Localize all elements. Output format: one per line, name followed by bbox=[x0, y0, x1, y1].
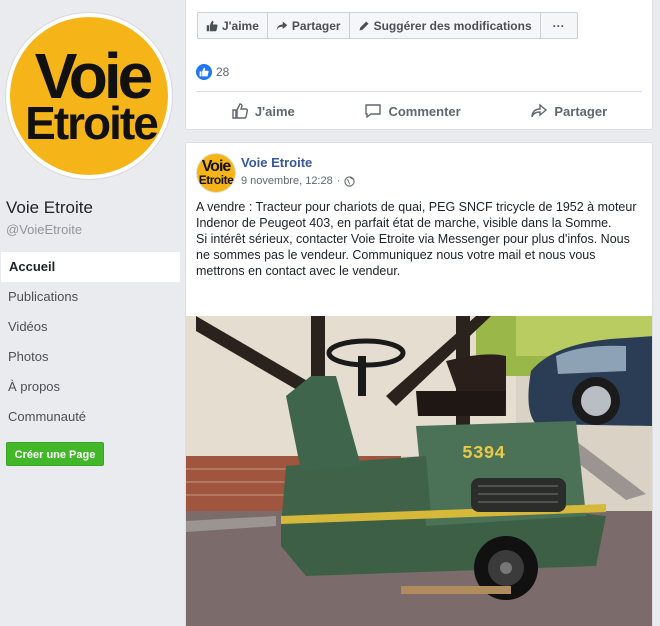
thumbs-up-icon bbox=[206, 20, 218, 31]
tractor-photo[interactable]: 5394 bbox=[186, 316, 653, 626]
page-action-bar: J'aime Partager Suggérer des modificatio… bbox=[197, 12, 578, 39]
more-options-button[interactable]: ··· bbox=[541, 13, 577, 38]
page-like-button[interactable]: J'aime bbox=[198, 13, 268, 38]
like-reaction-icon bbox=[196, 64, 212, 80]
post-timestamp[interactable]: 9 novembre, 12:28 bbox=[241, 175, 333, 187]
previous-post-card: J'aime Partager Suggérer des modificatio… bbox=[185, 0, 653, 130]
page-handle[interactable]: @VoieEtroite bbox=[6, 222, 82, 237]
comment-label: Commenter bbox=[388, 103, 461, 119]
post-paragraph-1: A vendre : Tracteur pour chariots de qua… bbox=[196, 200, 637, 230]
divider bbox=[196, 91, 642, 92]
post-actions-row: J'aime Commenter Partager bbox=[196, 96, 642, 126]
nav-item-photos[interactable]: Photos bbox=[0, 342, 180, 372]
pencil-icon bbox=[359, 21, 369, 30]
suggest-edits-label: Suggérer des modifications bbox=[373, 18, 532, 33]
post-author-name[interactable]: Voie Etroite bbox=[241, 155, 312, 170]
logo-line-2: Etroite bbox=[25, 96, 159, 149]
post-text: A vendre : Tracteur pour chariots de qua… bbox=[196, 199, 646, 279]
post-card: Voie Etroite Voie Etroite 9 novembre, 12… bbox=[185, 142, 653, 626]
post-paragraph-2: Si intérêt sérieux, contacter Voie Etroi… bbox=[196, 232, 630, 278]
create-page-button[interactable]: Créer une Page bbox=[6, 442, 104, 466]
comment-bubble-icon bbox=[365, 104, 382, 119]
globe-icon[interactable] bbox=[344, 175, 356, 187]
page-sidebar: Voie Etroite Voie Etroite @VoieEtroite A… bbox=[0, 0, 180, 626]
more-options-icon: ··· bbox=[552, 18, 565, 33]
nav-item-a-propos[interactable]: À propos bbox=[0, 372, 180, 402]
like-count: 28 bbox=[216, 65, 230, 79]
nav-item-accueil[interactable]: Accueil bbox=[0, 252, 180, 282]
page-profile-picture[interactable]: Voie Etroite bbox=[5, 12, 173, 180]
share-arrow-icon bbox=[276, 21, 288, 30]
comment-button[interactable]: Commenter bbox=[364, 102, 461, 120]
page-like-label: J'aime bbox=[222, 18, 259, 33]
share-label: Partager bbox=[554, 103, 608, 119]
logo-line-1: Voie bbox=[34, 39, 153, 112]
meta-separator: · bbox=[336, 175, 341, 187]
reaction-summary[interactable]: 28 bbox=[196, 64, 229, 80]
post-author-avatar[interactable]: Voie Etroite bbox=[196, 153, 236, 193]
page-name[interactable]: Voie Etroite bbox=[6, 198, 93, 218]
voie-etroite-logo: Voie Etroite bbox=[10, 17, 168, 175]
post-meta: 9 novembre, 12:28 · bbox=[241, 175, 356, 187]
nav-item-publications[interactable]: Publications bbox=[0, 282, 180, 312]
suggest-edits-button[interactable]: Suggérer des modifications bbox=[350, 13, 541, 38]
like-button[interactable]: J'aime bbox=[231, 102, 295, 120]
like-label: J'aime bbox=[254, 103, 295, 119]
share-button[interactable]: Partager bbox=[530, 102, 607, 120]
page-share-button[interactable]: Partager bbox=[268, 13, 350, 38]
nav-item-communaute[interactable]: Communauté bbox=[0, 402, 180, 432]
page-nav: Accueil Publications Vidéos Photos À pro… bbox=[0, 252, 180, 432]
share-outline-icon bbox=[531, 103, 548, 118]
tractor-number: 5394 bbox=[462, 444, 505, 464]
avatar-logo-line-2: Etroite bbox=[198, 172, 234, 187]
page-share-label: Partager bbox=[291, 18, 341, 33]
nav-item-videos[interactable]: Vidéos bbox=[0, 312, 180, 342]
thumbs-up-outline-icon bbox=[232, 103, 248, 119]
